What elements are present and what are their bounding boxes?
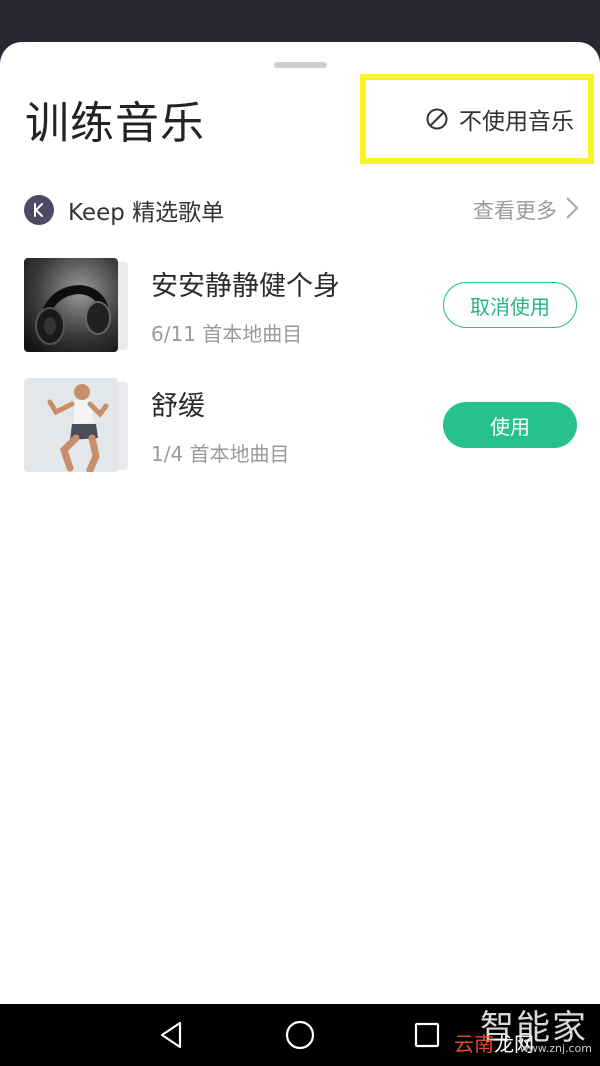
ban-icon <box>425 107 449 131</box>
playlist-cover <box>24 378 128 472</box>
headphones-photo <box>24 258 118 352</box>
home-circle-icon[interactable] <box>283 1018 317 1052</box>
watermark-url: www.znj.com <box>519 1042 592 1055</box>
keep-k-icon <box>24 195 54 225</box>
recents-square-icon[interactable] <box>410 1018 444 1052</box>
watermark: 智能家 云南龙网 www.znj.com <box>444 1000 594 1066</box>
playlist-item[interactable]: 舒缓 1/4 首本地曲目 使用 <box>24 378 579 474</box>
playlist-track-count: 6/11 首本地曲目 <box>151 322 303 346</box>
playlist-item[interactable]: 安安静静健个身 6/11 首本地曲目 取消使用 <box>24 258 579 354</box>
no-music-button[interactable]: 不使用音乐 <box>360 74 594 164</box>
playlist-cover <box>24 258 128 352</box>
playlist-section-header: Keep 精选歌单 查看更多 <box>24 192 579 228</box>
back-triangle-icon[interactable] <box>154 1018 188 1052</box>
section-title: Keep 精选歌单 <box>68 200 225 226</box>
no-music-label: 不使用音乐 <box>459 109 574 135</box>
chevron-right-icon <box>565 196 579 224</box>
drag-handle[interactable] <box>274 62 327 68</box>
playlist-name: 安安静静健个身 <box>151 271 340 302</box>
watermark-red: 云南 <box>454 1032 494 1056</box>
runner-photo <box>24 378 118 472</box>
bottom-sheet: 训练音乐 不使用音乐 Keep 精选歌单 查看更多 安安静静健个身 6/11 首… <box>0 42 600 1004</box>
see-more-link[interactable]: 查看更多 <box>473 195 579 225</box>
playlist-name: 舒缓 <box>151 391 205 422</box>
playlist-track-count: 1/4 首本地曲目 <box>151 442 290 466</box>
use-button[interactable]: 使用 <box>443 402 577 448</box>
cancel-use-button[interactable]: 取消使用 <box>443 282 577 328</box>
see-more-label: 查看更多 <box>473 199 557 223</box>
page-title: 训练音乐 <box>25 98 205 149</box>
